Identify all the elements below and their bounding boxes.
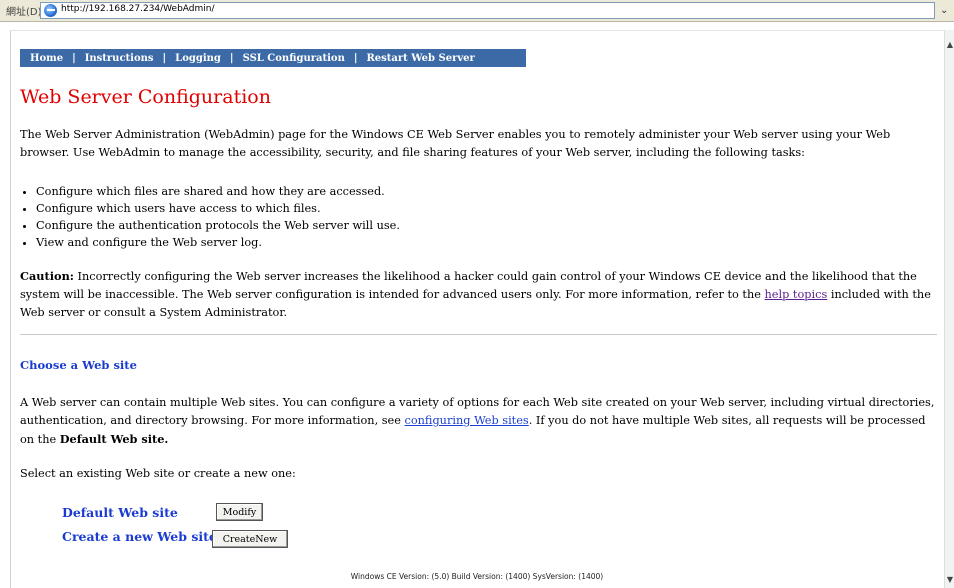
divider xyxy=(20,334,937,335)
version-footer: Windows CE Version: (5.0) Build Version:… xyxy=(350,572,604,581)
page-title: Web Server Configuration xyxy=(20,86,271,108)
task-list: Configure which files are shared and how… xyxy=(20,183,400,251)
address-bar: 網址(D) http://192.168.27.234/WebAdmin/ ⌄ xyxy=(0,0,954,22)
nav-separator: | xyxy=(162,52,167,64)
nav-separator: | xyxy=(229,52,234,64)
nav-separator: | xyxy=(72,52,76,64)
list-item: Configure the authentication protocols t… xyxy=(36,217,400,234)
address-input[interactable]: http://192.168.27.234/WebAdmin/ xyxy=(40,2,935,19)
intro-paragraph: The Web Server Administration (WebAdmin)… xyxy=(20,128,891,159)
address-label: 網址(D) xyxy=(6,7,42,18)
list-item: Configure which users have access to whi… xyxy=(36,200,400,217)
select-prompt: Select an existing Web site or create a … xyxy=(20,467,296,480)
default-site-bold: Default Web site. xyxy=(59,432,169,446)
default-site-label: Default Web site xyxy=(62,505,178,520)
list-item: Configure which files are shared and how… xyxy=(36,183,400,200)
nav-ssl-configuration[interactable]: SSL Configuration xyxy=(243,53,345,64)
create-site-label: Create a new Web site xyxy=(62,529,217,544)
website-paragraph: A Web server can contain multiple Web si… xyxy=(20,394,940,449)
ie-page-icon xyxy=(44,4,57,17)
vertical-scrollbar[interactable]: ▲ ▼ xyxy=(944,30,954,588)
nav-separator: | xyxy=(353,52,358,64)
scroll-up-icon[interactable]: ▲ xyxy=(945,40,954,49)
nav-restart-web-server[interactable]: Restart Web Server xyxy=(366,53,474,64)
help-topics-link[interactable]: help topics xyxy=(765,288,828,301)
list-item: View and configure the Web server log. xyxy=(36,234,400,251)
modify-button[interactable]: Modify xyxy=(216,503,263,521)
section-title: Choose a Web site xyxy=(20,358,137,372)
frame-border-left xyxy=(10,30,11,588)
nav-home[interactable]: Home xyxy=(30,53,63,64)
caution-paragraph: Caution: Incorrectly configuring the Web… xyxy=(20,267,940,322)
frame-border-top xyxy=(10,30,944,31)
nav-instructions[interactable]: Instructions xyxy=(85,53,154,64)
nav-logging[interactable]: Logging xyxy=(175,53,221,64)
create-new-button[interactable]: CreateNew xyxy=(212,530,288,548)
address-url: http://192.168.27.234/WebAdmin/ xyxy=(61,4,215,14)
caution-label: Caution: xyxy=(20,269,74,283)
configuring-web-sites-link[interactable]: configuring Web sites xyxy=(405,414,529,427)
top-nav-bar: Home | Instructions | Logging | SSL Conf… xyxy=(20,49,526,67)
chevron-down-icon[interactable]: ⌄ xyxy=(940,5,948,16)
